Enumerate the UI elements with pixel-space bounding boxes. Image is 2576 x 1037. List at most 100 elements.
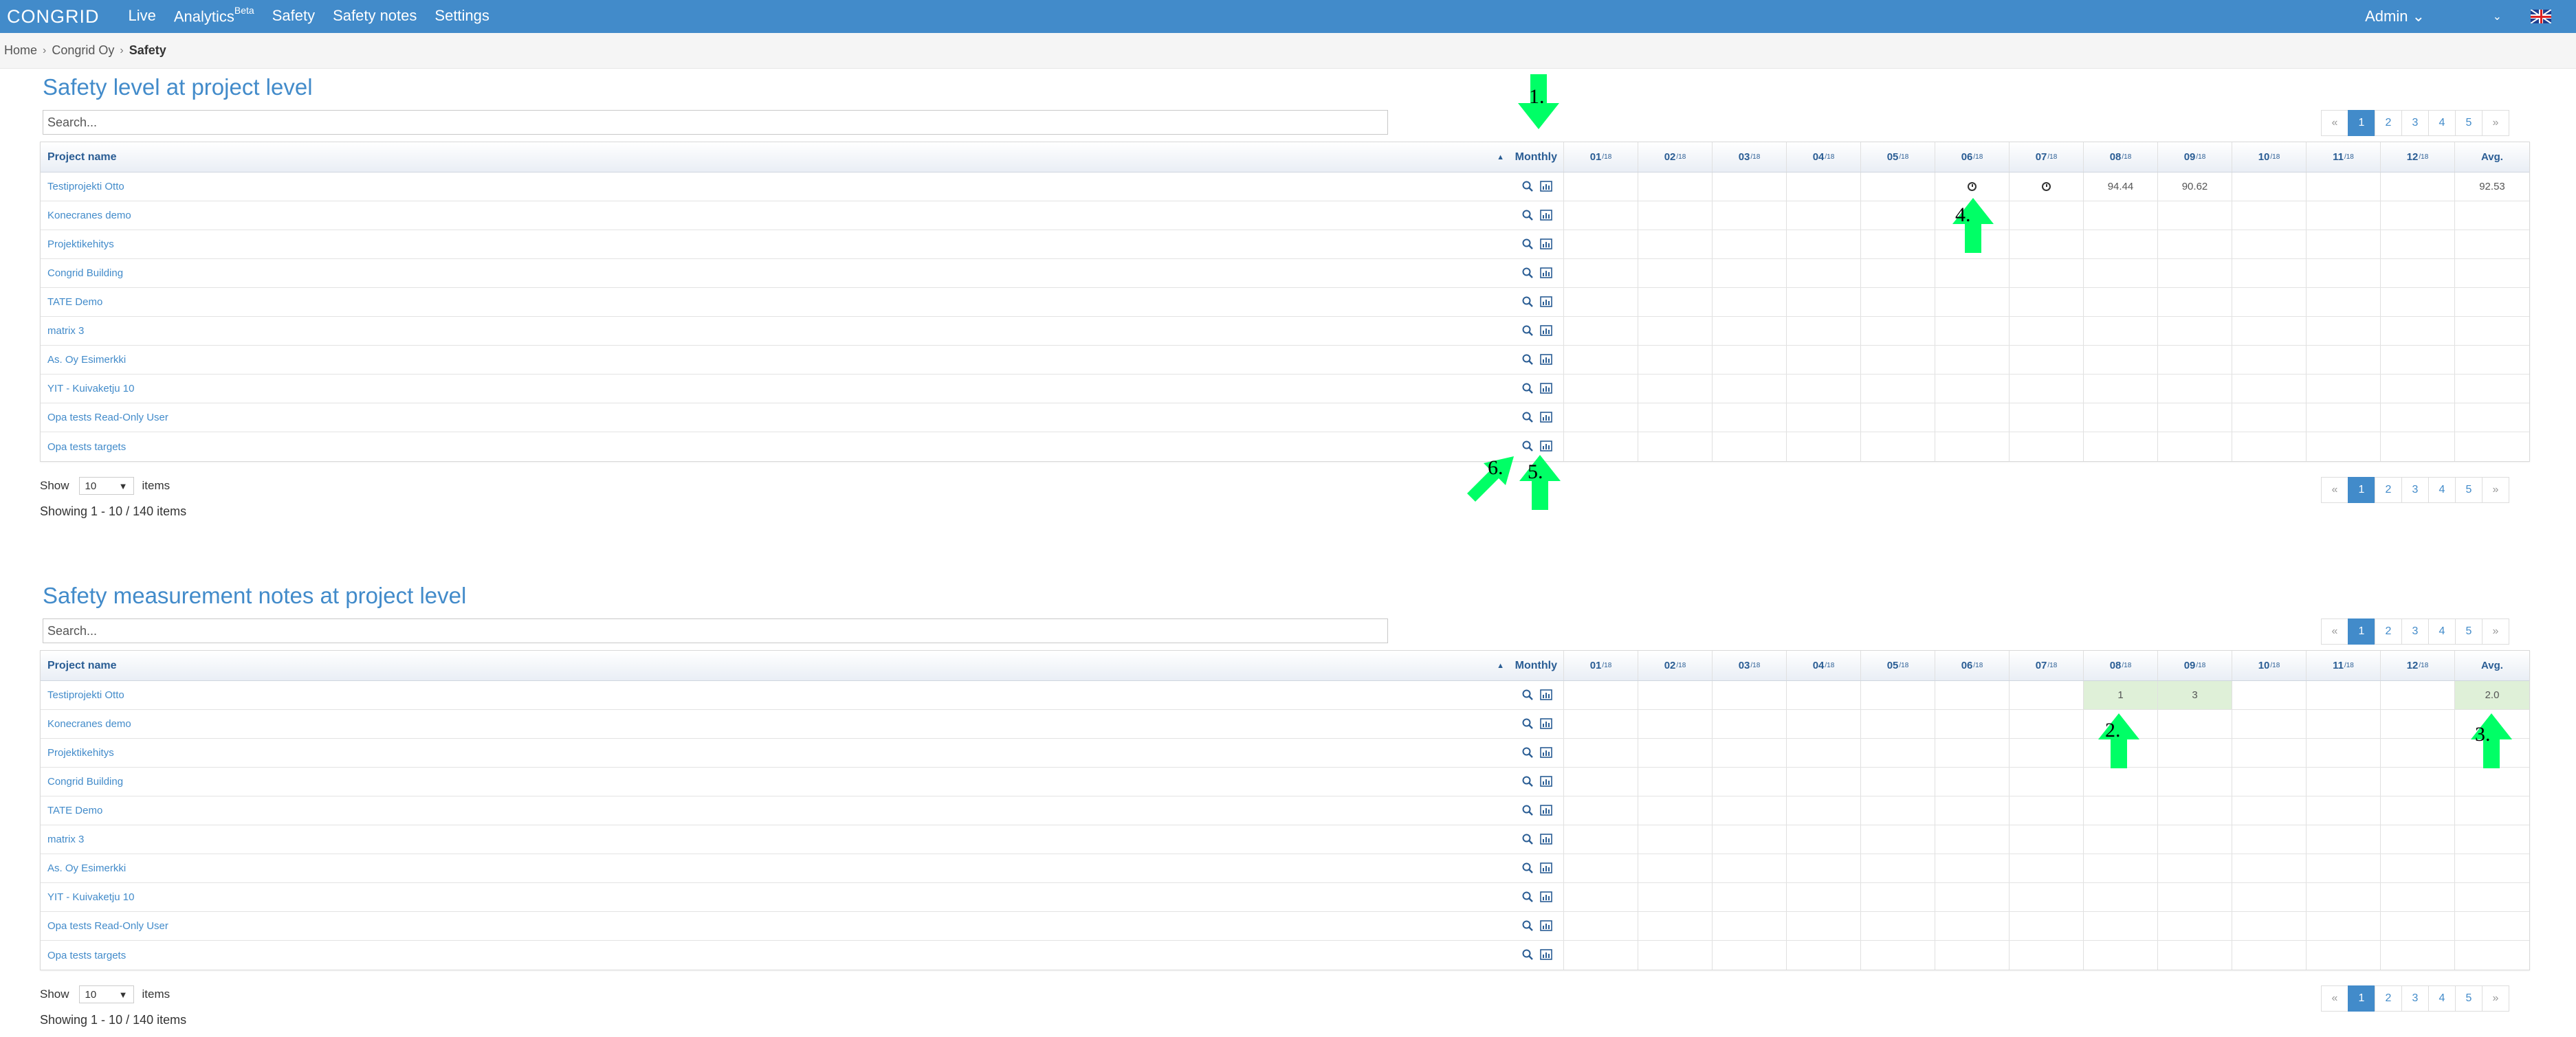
month-cell[interactable] [1638, 796, 1713, 825]
month-cell[interactable] [2158, 941, 2232, 970]
month-cell[interactable] [1935, 768, 2010, 796]
month-cell[interactable] [1713, 768, 1787, 796]
month-cell[interactable] [2158, 432, 2232, 461]
month-cell[interactable] [2307, 825, 2381, 854]
month-cell[interactable] [1713, 172, 1787, 201]
month-cell[interactable] [1713, 883, 1787, 911]
search-icon[interactable] [1521, 238, 1534, 250]
month-cell[interactable] [1564, 768, 1638, 796]
month-cell[interactable] [1861, 710, 1935, 738]
month-cell[interactable] [2307, 230, 2381, 258]
month-cell[interactable] [2084, 796, 2158, 825]
month-cell[interactable] [2381, 941, 2455, 970]
month-cell[interactable] [1638, 739, 1713, 767]
month-cell[interactable] [2232, 912, 2307, 940]
month-cell[interactable] [2307, 912, 2381, 940]
pagination-page[interactable]: 1 [2348, 477, 2375, 503]
month-cell[interactable] [2307, 432, 2381, 461]
chart-icon[interactable] [1540, 948, 1552, 961]
month-cell[interactable] [2381, 230, 2455, 258]
month-cell[interactable] [2307, 172, 2381, 201]
month-cell[interactable] [2084, 375, 2158, 403]
month-cell[interactable] [1564, 796, 1638, 825]
pagination-page[interactable]: 2 [2375, 985, 2402, 1012]
search-icon[interactable] [1521, 804, 1534, 816]
pagination-next[interactable]: » [2482, 618, 2509, 645]
pagination-page[interactable]: 4 [2428, 477, 2456, 503]
month-cell[interactable] [2381, 432, 2455, 461]
month-cell[interactable] [1787, 681, 1861, 709]
month-cell[interactable] [2307, 259, 2381, 287]
search-icon[interactable] [1521, 209, 1534, 221]
month-cell[interactable] [2158, 375, 2232, 403]
search-icon[interactable] [1521, 717, 1534, 730]
month-cell[interactable] [1638, 854, 1713, 882]
pagination-page[interactable]: 5 [2455, 110, 2483, 136]
month-cell[interactable] [1787, 854, 1861, 882]
month-cell[interactable] [1638, 432, 1713, 461]
chart-icon[interactable] [1540, 891, 1552, 903]
month-cell[interactable] [2084, 403, 2158, 432]
project-link[interactable]: Congrid Building [47, 267, 123, 279]
pagination-page[interactable]: 3 [2401, 985, 2429, 1012]
month-cell[interactable] [2010, 346, 2084, 374]
month-cell[interactable] [2232, 259, 2307, 287]
month-cell[interactable] [1861, 739, 1935, 767]
month-cell[interactable] [2010, 432, 2084, 461]
month-cell[interactable] [1861, 288, 1935, 316]
search-icon[interactable] [1521, 746, 1534, 759]
monthly-header-label[interactable]: Monthly [1515, 660, 1557, 672]
month-cell[interactable] [1935, 432, 2010, 461]
page-size-select[interactable]: 10 ▼ [78, 985, 134, 1003]
month-cell[interactable] [2232, 201, 2307, 230]
month-cell[interactable] [1787, 230, 1861, 258]
pagination-prev[interactable]: « [2321, 477, 2348, 503]
month-cell[interactable] [1564, 230, 1638, 258]
search-icon[interactable] [1521, 891, 1534, 903]
month-cell[interactable] [2158, 259, 2232, 287]
month-cell[interactable] [2232, 230, 2307, 258]
chart-icon[interactable] [1540, 440, 1552, 452]
month-cell[interactable] [1935, 739, 2010, 767]
month-cell[interactable] [2381, 681, 2455, 709]
month-cell[interactable] [1713, 317, 1787, 345]
chart-icon[interactable] [1540, 919, 1552, 932]
month-cell[interactable] [2381, 201, 2455, 230]
project-link[interactable]: Testiprojekti Otto [47, 181, 124, 192]
pagination-page[interactable]: 5 [2455, 985, 2483, 1012]
month-cell[interactable] [2381, 346, 2455, 374]
month-cell[interactable] [1935, 796, 2010, 825]
month-cell[interactable] [2232, 796, 2307, 825]
page-size-select[interactable]: 10 ▼ [78, 477, 134, 495]
search-icon[interactable] [1521, 948, 1534, 961]
month-cell[interactable] [2232, 739, 2307, 767]
month-cell[interactable] [2232, 768, 2307, 796]
month-cell[interactable] [1638, 710, 1713, 738]
month-cell[interactable] [2232, 403, 2307, 432]
search-icon[interactable] [1521, 833, 1534, 845]
nav-safety-notes[interactable]: Safety notes [333, 7, 417, 25]
project-link[interactable]: Projektikehitys [47, 747, 114, 759]
month-cell[interactable] [2307, 346, 2381, 374]
month-cell[interactable] [1861, 768, 1935, 796]
month-cell[interactable]: 3 [2158, 681, 2232, 709]
project-link[interactable]: Konecranes demo [47, 210, 131, 221]
month-cell[interactable] [2010, 941, 2084, 970]
month-cell[interactable] [2010, 854, 2084, 882]
month-cell[interactable] [1638, 288, 1713, 316]
month-cell[interactable] [1564, 403, 1638, 432]
month-cell[interactable] [1564, 681, 1638, 709]
month-cell[interactable] [2158, 317, 2232, 345]
month-cell[interactable] [1787, 317, 1861, 345]
month-cell[interactable] [1564, 710, 1638, 738]
pagination-page[interactable]: 4 [2428, 985, 2456, 1012]
month-cell[interactable] [1861, 941, 1935, 970]
month-cell[interactable] [1935, 375, 2010, 403]
month-cell[interactable] [1713, 375, 1787, 403]
chart-icon[interactable] [1540, 717, 1552, 730]
month-cell[interactable] [1861, 825, 1935, 854]
month-cell[interactable] [1638, 317, 1713, 345]
month-cell[interactable] [2307, 681, 2381, 709]
search-icon[interactable] [1521, 862, 1534, 874]
pagination-page[interactable]: 4 [2428, 110, 2456, 136]
